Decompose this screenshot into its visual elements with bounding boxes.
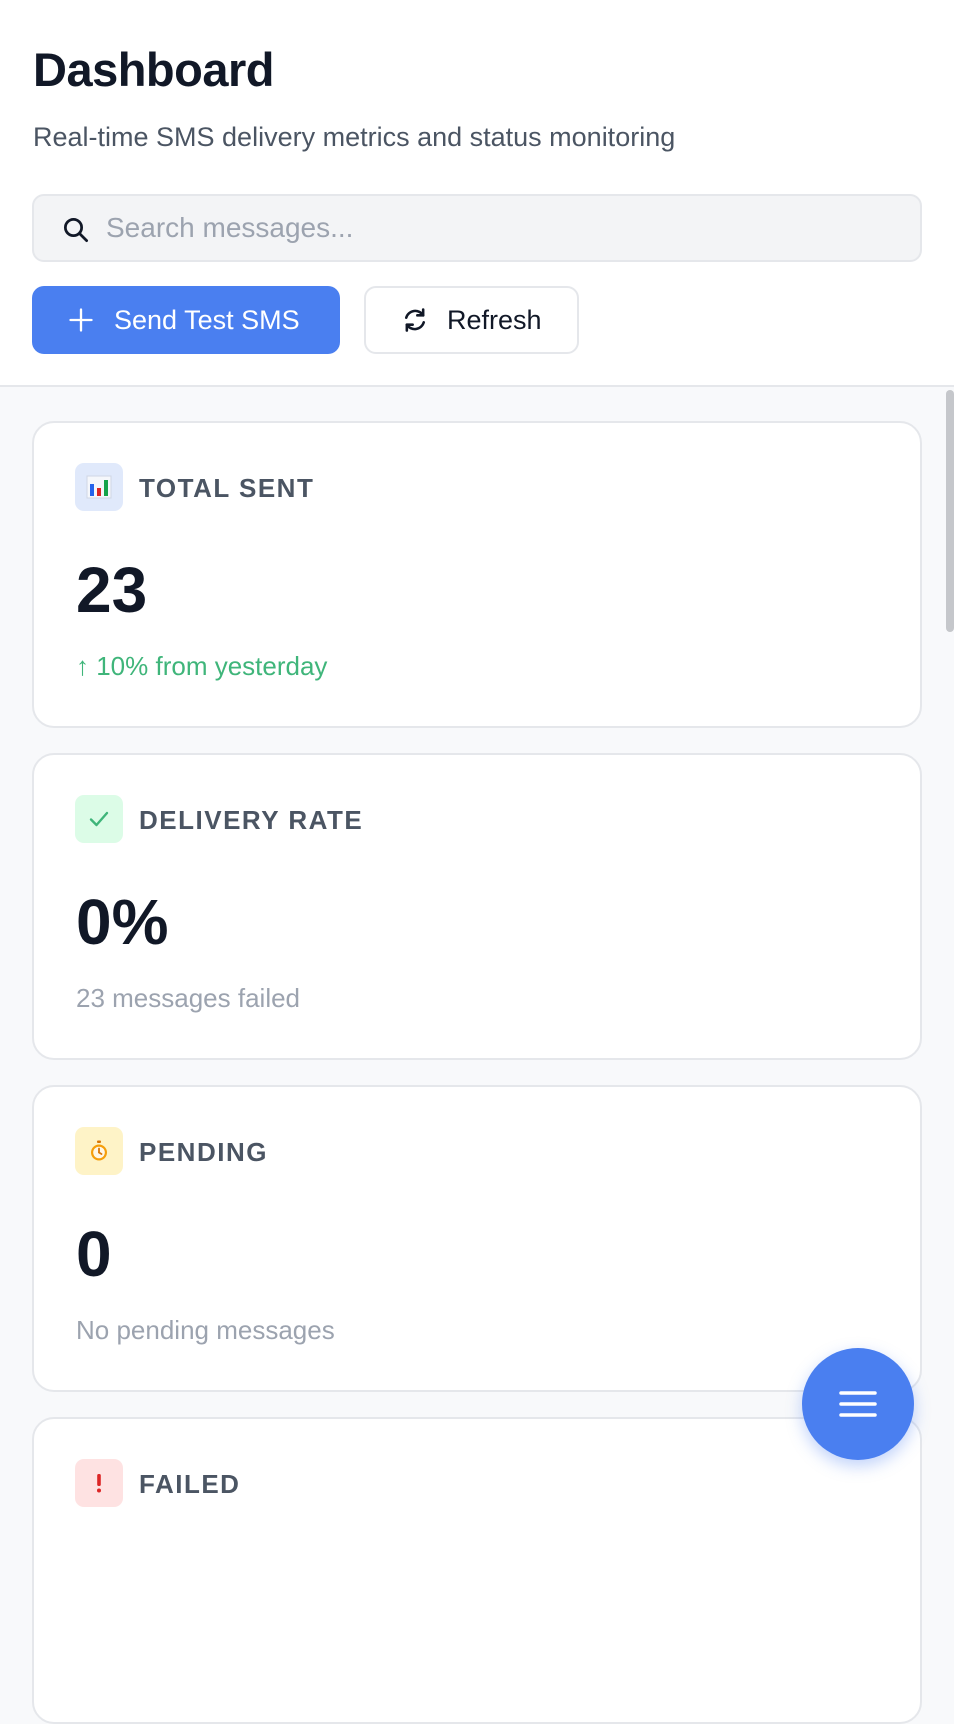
metric-card-failed: FAILED <box>32 1417 922 1724</box>
metric-note: ↑ 10% from yesterday <box>76 651 328 681</box>
scrollbar-thumb[interactable] <box>946 390 954 632</box>
metric-card-delivery-rate: DELIVERY RATE 0% 23 messages failed <box>32 753 922 1060</box>
metric-label: FAILED <box>139 1469 241 1499</box>
metric-value: 23 <box>76 554 148 626</box>
metric-label: TOTAL SENT <box>139 473 315 503</box>
search-icon <box>64 218 88 242</box>
metric-card-pending: PENDING 0 No pending messages <box>32 1085 922 1392</box>
bar-chart-icon <box>75 463 123 511</box>
metric-label: DELIVERY RATE <box>139 805 364 835</box>
refresh-icon <box>404 308 426 332</box>
page-subtitle: Real-time SMS delivery metrics and statu… <box>33 122 676 152</box>
metric-label: PENDING <box>139 1137 268 1167</box>
send-test-sms-button[interactable]: Send Test SMS <box>32 286 340 354</box>
stopwatch-icon <box>75 1127 123 1175</box>
search-box[interactable] <box>32 194 922 262</box>
metric-value: 0% <box>76 886 169 958</box>
menu-icon <box>839 1391 877 1417</box>
search-input[interactable] <box>106 196 906 260</box>
menu-fab-button[interactable] <box>802 1348 914 1460</box>
metric-note: 23 messages failed <box>76 983 301 1013</box>
dashboard-header: Dashboard Real-time SMS delivery metrics… <box>0 0 954 387</box>
refresh-button[interactable]: Refresh <box>364 286 579 354</box>
metric-note: No pending messages <box>76 1315 335 1345</box>
metric-card-total-sent: TOTAL SENT 23 ↑ 10% from yesterday <box>32 421 922 728</box>
check-icon <box>75 795 123 843</box>
page-title: Dashboard <box>33 43 275 96</box>
plus-icon <box>69 308 93 332</box>
send-test-sms-label: Send Test SMS <box>114 304 300 335</box>
metric-value: 0 <box>76 1218 112 1290</box>
refresh-label: Refresh <box>447 304 542 335</box>
